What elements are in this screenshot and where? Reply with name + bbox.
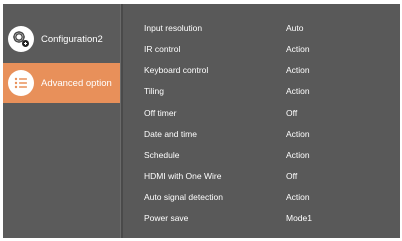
- gear-icon: [8, 26, 34, 52]
- setting-name: IR control: [144, 43, 181, 54]
- sidebar-item-configuration2[interactable]: Configuration2: [3, 19, 120, 59]
- sidebar-item-label: Configuration2: [41, 33, 103, 45]
- setting-row-keyboard-control[interactable]: Keyboard control Action: [123, 59, 400, 80]
- setting-value: Off: [286, 170, 298, 181]
- settings-list: Input resolution Auto IR control Action …: [123, 4, 400, 238]
- setting-row-input-resolution[interactable]: Input resolution Auto: [123, 17, 400, 38]
- setting-value: Action: [286, 149, 310, 160]
- setting-value: Action: [286, 64, 310, 75]
- list-icon: [8, 70, 34, 96]
- setting-row-power-save[interactable]: Power save Mode1: [123, 207, 400, 228]
- setting-row-date-and-time[interactable]: Date and time Action: [123, 123, 400, 144]
- setting-value: Auto: [286, 22, 304, 33]
- setting-name: Keyboard control: [144, 64, 209, 75]
- setting-row-auto-signal-detection[interactable]: Auto signal detection Action: [123, 186, 400, 207]
- setting-name: Schedule: [144, 149, 180, 160]
- setting-name: Date and time: [144, 128, 197, 139]
- setting-value: Action: [286, 85, 310, 96]
- setting-row-schedule[interactable]: Schedule Action: [123, 144, 400, 165]
- setting-value: Action: [286, 191, 310, 202]
- setting-name: Tiling: [144, 85, 164, 96]
- setting-name: HDMI with One Wire: [144, 170, 222, 181]
- setting-value: Off: [286, 107, 298, 118]
- setting-name: Power save: [144, 212, 189, 223]
- setting-row-ir-control[interactable]: IR control Action: [123, 38, 400, 59]
- sidebar: Configuration2 Advanced option: [3, 4, 120, 238]
- osd-menu: Configuration2 Advanced option Input res…: [3, 4, 400, 238]
- sidebar-item-advanced-option[interactable]: Advanced option: [3, 63, 120, 103]
- setting-row-off-timer[interactable]: Off timer Off: [123, 102, 400, 123]
- setting-name: Auto signal detection: [144, 191, 223, 202]
- setting-value: Action: [286, 128, 310, 139]
- setting-name: Off timer: [144, 107, 177, 118]
- setting-value: Action: [286, 43, 310, 54]
- setting-row-tiling[interactable]: Tiling Action: [123, 80, 400, 101]
- setting-row-hdmi-with-one-wire[interactable]: HDMI with One Wire Off: [123, 165, 400, 186]
- setting-name: Input resolution: [144, 22, 203, 33]
- sidebar-item-label: Advanced option: [41, 77, 112, 89]
- setting-value: Mode1: [286, 212, 312, 223]
